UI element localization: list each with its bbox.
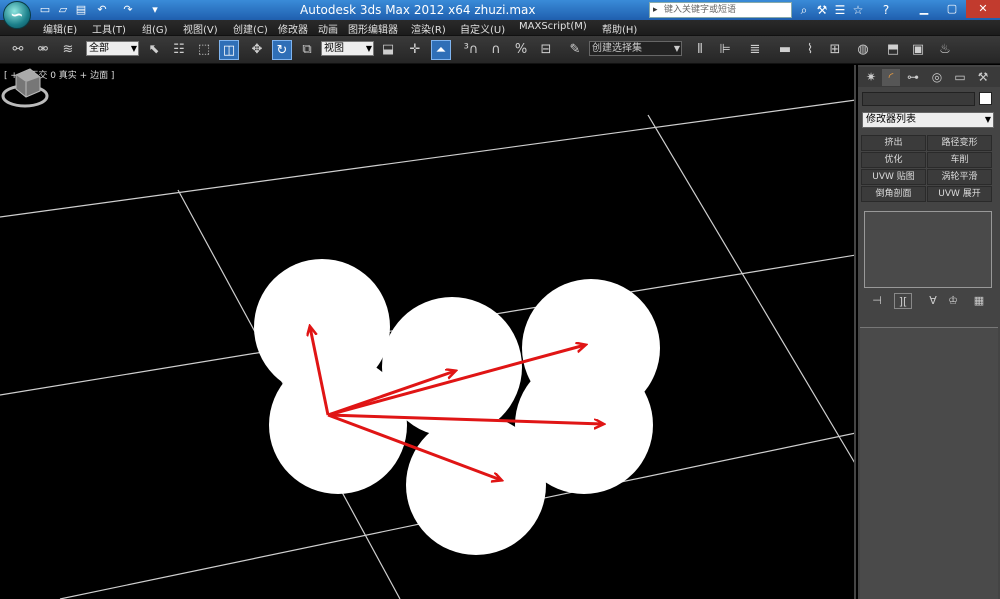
material-editor-icon[interactable]: ◍: [853, 40, 873, 60]
select-by-name-icon[interactable]: ☷: [169, 40, 189, 60]
search-input[interactable]: 键入关键字或短语: [649, 2, 792, 18]
object-color-swatch[interactable]: [979, 92, 992, 105]
extrude-button[interactable]: 挤出: [861, 135, 926, 151]
menu-animation[interactable]: 动画: [318, 21, 338, 36]
edit-named-selection-icon[interactable]: ✎: [565, 40, 585, 60]
circle-shape[interactable]: [406, 415, 546, 555]
mirror-icon[interactable]: ⫴: [690, 40, 710, 60]
show-end-result-icon[interactable]: ][: [894, 293, 912, 309]
schematic-view-icon[interactable]: ⊞: [825, 40, 845, 60]
stack-toolbar: ⊣ ][ ∀ ♔ ▦: [864, 291, 994, 309]
menu-edit[interactable]: 编辑(E): [43, 21, 77, 36]
render-teapot-icon[interactable]: ♨: [935, 40, 955, 60]
select-manipulate-icon[interactable]: ✛: [405, 40, 425, 60]
unwrap-uvw-button[interactable]: UVW 展开: [927, 186, 992, 202]
uvw-map-button[interactable]: UVW 贴图: [861, 169, 926, 185]
curve-editor-icon[interactable]: ⌇: [800, 40, 820, 60]
optimize-button[interactable]: 优化: [861, 152, 926, 168]
pin-stack-icon[interactable]: ⊣: [868, 293, 886, 309]
spinner-snap-icon[interactable]: ⊟: [536, 40, 556, 60]
undo-icon[interactable]: ↶: [94, 2, 110, 17]
turbosmooth-button[interactable]: 涡轮平滑: [927, 169, 992, 185]
snaps-toggle-icon[interactable]: ³∩: [461, 40, 481, 60]
modifier-list-dropdown[interactable]: 修改器列表: [862, 112, 994, 128]
favorites-star-icon[interactable]: ☆: [850, 2, 866, 18]
help-icon[interactable]: ?: [878, 2, 894, 18]
save-icon[interactable]: ▤: [73, 2, 89, 17]
menu-rendering[interactable]: 渲染(R): [411, 21, 446, 36]
viewcube-icon[interactable]: [0, 65, 50, 115]
menu-bar: 编辑(E) 工具(T) 组(G) 视图(V) 创建(C) 修改器 动画 图形编辑…: [0, 20, 1000, 36]
menu-views[interactable]: 视图(V): [183, 21, 218, 36]
menu-graph-editors[interactable]: 图形编辑器: [348, 21, 398, 36]
reference-coordinate-dropdown[interactable]: 视图: [321, 41, 374, 56]
layer-manager-icon[interactable]: ≣: [745, 40, 765, 60]
main-toolbar: ⚯ ⚮ ≋ 全部 ⬉ ☷ ⬚ ◫ ✥ ↻ ⧉ 视图 ⬓ ✛ ⏶ ³∩ ∩ % ⊟…: [0, 36, 1000, 64]
remove-modifier-icon[interactable]: ♔: [944, 293, 962, 309]
grid-line: [0, 99, 854, 218]
select-object-icon[interactable]: ⬉: [144, 40, 164, 60]
motion-tab-icon[interactable]: ◎: [928, 69, 946, 86]
viewport-scene: [0, 99, 854, 599]
menu-maxscript[interactable]: MAXScript(M): [519, 21, 587, 32]
lathe-button[interactable]: 车削: [927, 152, 992, 168]
command-panel-tabs: ✷ ◜ ⊶ ◎ ▭ ⚒: [858, 67, 1000, 87]
unlink-icon[interactable]: ⚮: [33, 40, 53, 60]
window-crossing-icon[interactable]: ◫: [219, 40, 239, 60]
select-link-icon[interactable]: ⚯: [8, 40, 28, 60]
open-file-icon[interactable]: ▱: [55, 2, 71, 17]
selection-filter-dropdown[interactable]: 全部: [86, 41, 139, 56]
menu-help[interactable]: 帮助(H): [602, 21, 637, 36]
align-icon[interactable]: ⊫: [715, 40, 735, 60]
binoculars-icon[interactable]: ⌕: [796, 2, 812, 18]
utilities-tab-icon[interactable]: ⚒: [974, 69, 992, 86]
path-deform-button[interactable]: 路径变形: [927, 135, 992, 151]
subscription-icon[interactable]: ⚒: [814, 2, 830, 18]
pivot-center-icon[interactable]: ⬓: [378, 40, 398, 60]
render-setup-icon[interactable]: ⬒: [883, 40, 903, 60]
named-selection-dropdown[interactable]: 创建选择集: [589, 41, 682, 56]
close-button[interactable]: ✕: [966, 0, 1000, 18]
perspective-viewport[interactable]: [ + 0 正交 0 真实 + 边面 ]: [0, 65, 856, 599]
graphite-ribbon-icon[interactable]: ▬: [775, 40, 795, 60]
circle-shapes: [254, 259, 660, 555]
window-title: Autodesk 3ds Max 2012 x64 zhuzi.max: [300, 3, 536, 17]
bevel-profile-button[interactable]: 倒角剖面: [861, 186, 926, 202]
redo-icon[interactable]: ↷: [120, 2, 136, 17]
rectangle-selection-icon[interactable]: ⬚: [194, 40, 214, 60]
new-file-icon[interactable]: ▭: [37, 2, 53, 17]
make-unique-icon[interactable]: ∀: [924, 293, 942, 309]
minimize-button[interactable]: ▁: [910, 0, 938, 18]
menu-create[interactable]: 创建(C): [233, 21, 268, 36]
app-logo[interactable]: ∽: [3, 1, 31, 29]
create-tab-icon[interactable]: ✷: [862, 69, 880, 86]
menu-group[interactable]: 组(G): [142, 21, 168, 36]
configure-modifier-sets-icon[interactable]: ▦: [970, 293, 988, 309]
rendered-frame-window-icon[interactable]: ▣: [908, 40, 928, 60]
hierarchy-tab-icon[interactable]: ⊶: [904, 69, 922, 86]
parameters-rollout: [860, 327, 998, 599]
modify-tab-icon[interactable]: ◜: [882, 69, 900, 86]
quick-access-dropdown-icon[interactable]: ▾: [147, 2, 163, 17]
menu-tools[interactable]: 工具(T): [92, 21, 126, 36]
move-icon[interactable]: ✥: [247, 40, 267, 60]
command-panel: ✷ ◜ ⊶ ◎ ▭ ⚒ 修改器列表 挤出 路径变形 优化 车削 UVW 贴图 涡…: [858, 65, 1000, 599]
keyboard-shortcut-override-icon[interactable]: ⏶: [431, 40, 451, 60]
communication-icon[interactable]: ☰: [832, 2, 848, 18]
display-tab-icon[interactable]: ▭: [951, 69, 969, 86]
object-name-field[interactable]: [862, 92, 975, 106]
rotate-icon[interactable]: ↻: [272, 40, 292, 60]
scale-icon[interactable]: ⧉: [297, 40, 317, 60]
angle-snap-icon[interactable]: ∩: [486, 40, 506, 60]
menu-modifiers[interactable]: 修改器: [278, 21, 308, 36]
menu-customize[interactable]: 自定义(U): [460, 21, 505, 36]
title-bar: ▭ ▱ ▤ ↶ ↷ ▾ Autodesk 3ds Max 2012 x64 zh…: [0, 0, 1000, 20]
modifier-stack[interactable]: [864, 211, 992, 288]
bind-space-warp-icon[interactable]: ≋: [58, 40, 78, 60]
percent-snap-icon[interactable]: %: [511, 40, 531, 60]
maximize-button[interactable]: ▢: [938, 0, 966, 18]
grid-line: [647, 114, 854, 463]
app-logo-glyph-icon: ∽: [10, 5, 24, 24]
